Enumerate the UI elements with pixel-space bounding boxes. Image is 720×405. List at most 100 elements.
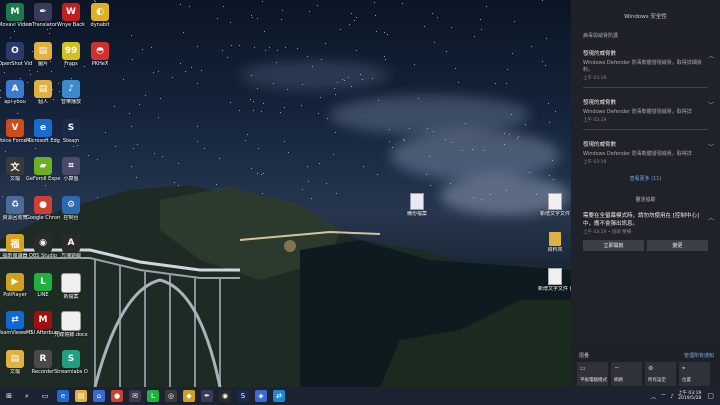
mail-icon[interactable]: ✉ <box>129 390 141 402</box>
music-icon: ♪ <box>62 80 80 98</box>
app-icon[interactable]: ⇄ <box>273 390 285 402</box>
app-icon: A <box>6 80 24 98</box>
app-icon[interactable]: ◈ <box>255 390 267 402</box>
desktop-icon[interactable]: SStreamlabs OBS <box>54 349 88 375</box>
desktop-icon-label: 方塊遊戲 <box>60 253 81 259</box>
control-panel-icon: ⚙ <box>62 195 80 214</box>
desktop-icon-label: Streamlabs OBS <box>54 368 88 375</box>
obs-icon[interactable]: ◉ <box>219 390 231 402</box>
desktop-icon[interactable]: 新檔案 <box>56 272 86 300</box>
start-icon[interactable]: ⊞ <box>3 390 15 402</box>
file-icon <box>548 268 562 285</box>
notification-item-1[interactable]: 發現的威脅數 Windows Defender 防毒軟體發現威脅，取得詳細資料。… <box>583 49 714 81</box>
desktop-icon[interactable]: ⚙ 控制台 <box>56 195 86 221</box>
desktop-icon[interactable]: 99 Fraps <box>56 41 86 67</box>
file-icon <box>61 272 81 293</box>
pen-icon[interactable]: ✒ <box>201 390 213 402</box>
desktop-file-right-1[interactable]: 新增文字文件 <box>538 193 572 217</box>
desktop-file-right-2[interactable]: 新增文字文件 (2).txt <box>538 268 572 292</box>
steam-icon[interactable]: S <box>237 390 249 402</box>
see-more-link[interactable]: 查看更多 (11) <box>571 175 720 182</box>
document-icon: 文 <box>6 157 24 175</box>
quick-action-location[interactable]: ⌖ 位置 <box>679 362 710 386</box>
movavi-icon: M <box>6 3 24 21</box>
divider <box>583 87 708 88</box>
collapse-link[interactable]: 摺疊 <box>579 352 589 359</box>
quick-action-tablet-mode[interactable]: ▭ 平板電腦模式 <box>577 362 608 386</box>
desktop-icon[interactable]: W Wnye Back <box>56 3 86 28</box>
desktop-file-center[interactable]: 備份檔案 <box>400 193 434 217</box>
notification-item-3[interactable]: 發現的威脅數 Windows Defender 防毒軟體發現威脅，取得詳 上午 … <box>583 140 714 165</box>
openshot-icon: O <box>6 41 24 60</box>
quick-action-settings[interactable]: ⚙ 所有設定 <box>645 362 676 386</box>
search-icon[interactable]: ⌕ <box>21 390 33 402</box>
network-icon[interactable]: ⌔ <box>660 392 666 400</box>
pokeball-icon: ◓ <box>91 41 109 60</box>
security-section-header: 靈活協助 <box>635 197 656 203</box>
notification-item-2[interactable]: 發現的威脅數 Windows Defender 防毒軟體發現威脅，取得詳 上午 … <box>583 98 714 123</box>
desktop-icon[interactable]: ◐ dynabit <box>85 3 115 28</box>
desktop-icon[interactable]: S Steam <box>56 118 86 144</box>
task-view-icon[interactable]: ▭ <box>39 390 51 402</box>
desktop-icon-label: PKHeX <box>91 60 109 67</box>
app-icon[interactable]: ◆ <box>183 390 195 402</box>
network-icon: ⌔ <box>614 366 620 373</box>
manage-notifications-link[interactable]: 管理所有通知 <box>684 352 714 359</box>
edge-icon[interactable]: e <box>57 390 69 402</box>
desktop-icon-label: dynabit <box>90 22 110 28</box>
chrome-icon[interactable]: ● <box>111 390 123 402</box>
file-explorer-icon[interactable]: ▤ <box>75 390 87 402</box>
action-center-panel: Windows 安全性 病毒與威脅防護 發現的威脅數 Windows Defen… <box>571 0 720 387</box>
recycle-bin-icon: ♻ <box>6 195 24 214</box>
chevron-up-icon[interactable]: ︿ <box>708 51 714 60</box>
desktop-icon[interactable]: ♪ 音樂播放 <box>56 80 86 105</box>
teamviewer-icon: ⇄ <box>6 311 24 329</box>
edge-icon: e <box>34 118 52 137</box>
line-icon[interactable]: L <box>147 390 159 402</box>
app-icon: W <box>62 3 80 21</box>
desktop-folder-right[interactable]: 資料夾 <box>538 232 572 253</box>
tablet-mode-icon: ▭ <box>580 365 586 372</box>
notification-center-icon[interactable]: ▢ <box>707 392 714 400</box>
security-notification[interactable]: 需要在全螢幕模式時，請勿勿使用在 [控制中心] 中，應不會彈出訊息。 上午 03… <box>583 211 714 235</box>
steam-icon: S <box>62 118 80 137</box>
volume-icon[interactable]: ♪ <box>670 393 674 400</box>
folder-icon <box>549 232 561 246</box>
app-icon[interactable]: ◎ <box>165 390 177 402</box>
desktop-icon-label: 控制台 <box>63 214 79 221</box>
shield-icon: V <box>6 118 24 137</box>
obs-icon: ◉ <box>34 234 52 252</box>
divider <box>583 129 708 130</box>
open-now-button[interactable]: 立即開啟 <box>583 240 644 251</box>
translator-icon: ✒ <box>34 3 52 21</box>
desktop-icon[interactable]: ⌗ 小算盤 <box>56 157 86 182</box>
desktop-icon-label: 音樂播放 <box>60 99 81 105</box>
calculator-icon: ⌗ <box>62 157 80 175</box>
chevron-down-icon[interactable]: ﹀ <box>708 100 714 109</box>
action-center-app-title: Windows 安全性 <box>624 14 667 20</box>
quick-action-network[interactable]: ⌔ 網路 <box>611 362 642 386</box>
desktop-icon[interactable]: ◓ PKHeX <box>85 41 115 67</box>
reader-icon: 福 <box>6 234 24 252</box>
potplayer-icon: ▶ <box>6 272 24 291</box>
change-button[interactable]: 變更 <box>647 240 708 251</box>
folder-icon: ▤ <box>34 80 52 98</box>
folder-icon: ▤ <box>34 41 52 60</box>
file-icon <box>548 193 562 210</box>
chevron-up-icon[interactable]: ︿ <box>650 392 656 401</box>
nvidia-icon: ▰ <box>34 157 52 175</box>
taskbar-clock[interactable]: 上午 03:19 2019/5/28 <box>678 391 701 402</box>
action-center-section-title: 病毒與威脅防護 <box>583 33 619 39</box>
chevron-down-icon[interactable]: ﹀ <box>708 142 714 151</box>
settings-icon: ⚙ <box>648 365 654 372</box>
chevron-up-icon[interactable]: ︿ <box>708 213 714 222</box>
taskbar: ⊞ ⌕ ▭ e ▤ ⌂ ● ✉ L ◎ ◆ ✒ ◉ S ◈ ⇄ ︿ ⌔ ♪ 上午 03:19 2019/5/2… <box>0 387 720 405</box>
desktop-icon-label: 新檔案 <box>63 293 79 300</box>
desktop-icon-label: 光碟燒錄.docx <box>54 332 88 338</box>
desktop-icon[interactable]: A 方塊遊戲 <box>56 234 86 259</box>
app-icon: ◐ <box>91 3 109 21</box>
desktop-icon[interactable]: 光碟燒錄.docx <box>54 311 88 338</box>
store-icon[interactable]: ⌂ <box>93 390 105 402</box>
folder-icon: ▤ <box>6 349 24 368</box>
fraps-icon: 99 <box>62 41 80 60</box>
